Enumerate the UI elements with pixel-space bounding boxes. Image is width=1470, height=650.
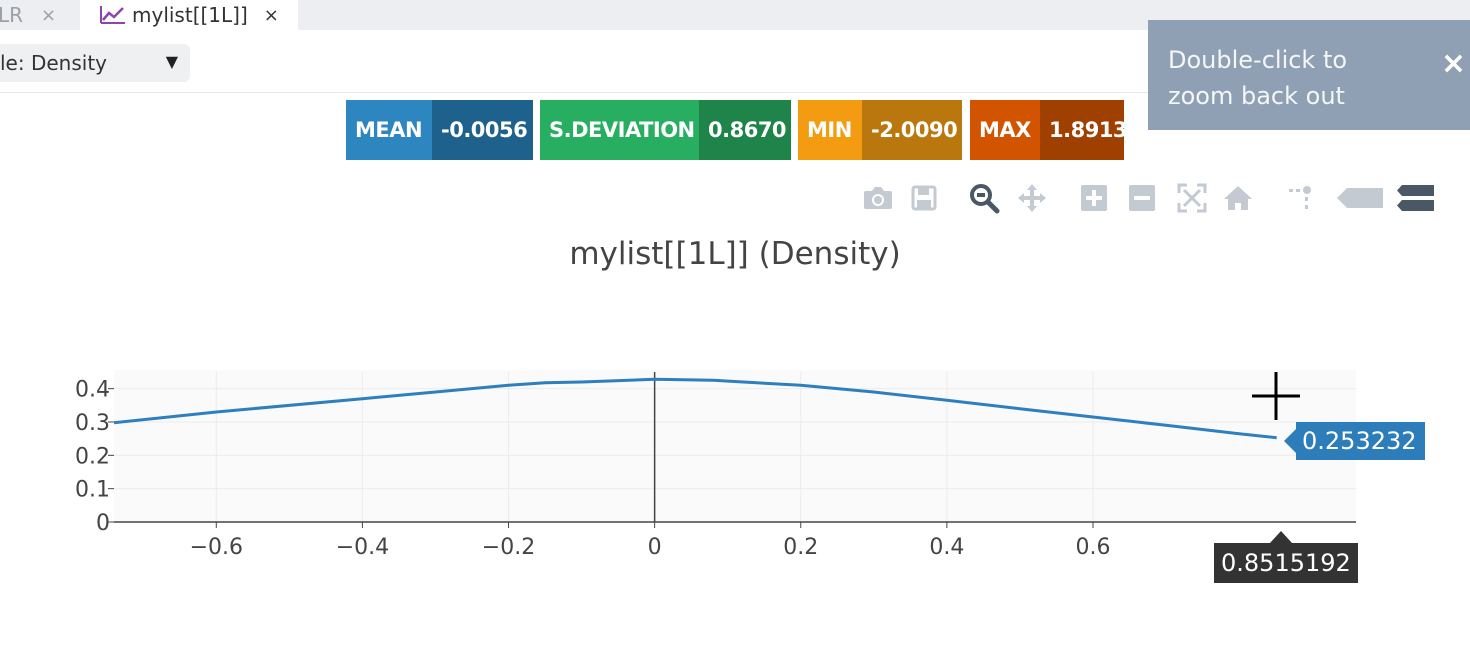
y-tick-label: 0.3 [75,411,110,436]
y-tick-label: 0.1 [75,478,110,503]
y-tick-label: 0.2 [75,444,110,469]
y-tick-label: 0.4 [75,378,110,403]
x-tick-label: 0.2 [783,535,818,560]
plot-area [114,370,1356,522]
x-tick-label: −0.4 [336,535,389,560]
y-tick-label: 0 [96,511,110,536]
hover-y-label: 0.253232 [1296,422,1425,460]
x-tick-label: 0.4 [929,535,964,560]
hover-x-label: 0.8515192 [1214,543,1358,583]
hover-pointer [1270,531,1292,543]
x-tick-label: 0.6 [1075,535,1110,560]
x-tick-label: 0 [648,535,662,560]
x-tick-label: −0.2 [482,535,535,560]
x-tick-label: −0.6 [190,535,243,560]
